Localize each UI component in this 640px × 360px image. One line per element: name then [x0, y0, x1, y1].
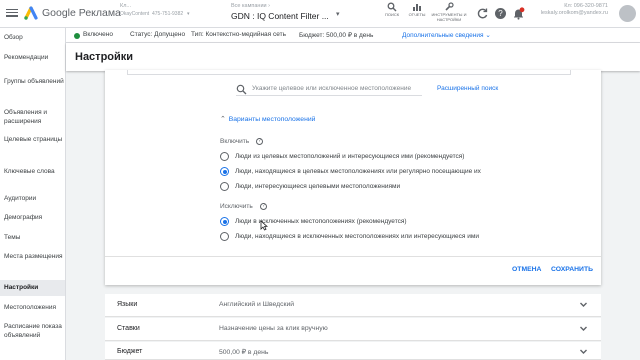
languages-row[interactable]: Языки Английский и Шведский	[105, 294, 601, 317]
sidebar-item-keywords[interactable]: Ключевые слова	[4, 168, 64, 177]
search-icon	[387, 2, 397, 12]
bidding-row[interactable]: Ставки Назначение цены за клик вручную	[105, 318, 601, 341]
help-icon[interactable]: ?	[260, 203, 267, 210]
mouse-cursor-icon	[260, 220, 268, 231]
tools-settings-label: ИНСТРУМЕНТЫ И НАСТРОЙКИ	[431, 12, 467, 22]
breadcrumb-all-campaigns[interactable]: Все кампании ›	[231, 3, 270, 9]
brand-name: Google Реклама	[42, 7, 121, 19]
refresh-icon[interactable]	[476, 7, 489, 20]
location-search[interactable]	[236, 84, 422, 96]
sidebar-item-landing-pages[interactable]: Целевые страницы	[4, 136, 64, 145]
languages-row-name: Языки	[117, 301, 138, 308]
sidebar-item-ads-extensions[interactable]: Объявления и расширения	[4, 109, 64, 126]
reports-button[interactable]: ОТЧЕТЫ	[404, 2, 430, 18]
exclude-option-label-2[interactable]: Люди, находящиеся в исключенных местопол…	[235, 233, 479, 240]
user-email: leskaly.orolkom@yandex.ru	[540, 10, 608, 17]
locations-card	[105, 70, 601, 285]
location-search-input[interactable]	[252, 85, 422, 92]
budget-row-value: 500,00 ₽ в день	[219, 349, 269, 356]
sidebar-item-recommendations[interactable]: Рекомендации	[4, 54, 64, 63]
sidebar-item-ad-schedule[interactable]: Расписание показа объявлений	[4, 323, 64, 340]
more-details-label: Дополнительные сведения	[402, 32, 484, 39]
campaign-status-bar: Включено Статус: Допущено Тип: Контекстн…	[66, 28, 640, 43]
campaign-type: Тип: Контекстно-медийная сеть	[191, 31, 287, 38]
exclude-option-radio-2[interactable]	[220, 232, 229, 241]
bar-chart-icon	[413, 4, 421, 11]
avatar[interactable]	[619, 5, 636, 22]
page-title: Настройки	[75, 51, 134, 63]
search-tool-button[interactable]: ПОИСК	[380, 2, 404, 18]
budget-row-name: Бюджет	[117, 348, 143, 355]
help-icon[interactable]: ?	[256, 138, 263, 145]
location-options-title: Варианты местоположений	[228, 116, 316, 123]
sidebar: Обзор Рекомендации Группы объявлений Объ…	[0, 28, 66, 360]
account-id: 475-751-9382	[152, 11, 184, 17]
sidebar-item-audiences[interactable]: Аудитории	[4, 195, 64, 204]
include-option-radio-1[interactable]	[220, 152, 229, 161]
include-option-label-2[interactable]: Люди, находящиеся в целевых местоположен…	[235, 168, 481, 175]
include-option-radio-2[interactable]	[220, 167, 229, 176]
search-tool-label: ПОИСК	[384, 12, 400, 17]
tools-settings-button[interactable]: ИНСТРУМЕНТЫ И НАСТРОЙКИ	[431, 2, 467, 23]
cancel-button[interactable]: ОТМЕНА	[512, 266, 541, 273]
chevron-down-icon[interactable]: ▾	[336, 10, 340, 18]
sidebar-item-demographics[interactable]: Демография	[4, 214, 64, 223]
selected-locations-box	[127, 70, 571, 75]
exclude-label: Исключить	[220, 203, 253, 210]
sidebar-item-placements[interactable]: Места размещения	[4, 253, 64, 262]
budget-row[interactable]: Бюджет 500,00 ₽ в день	[105, 342, 601, 360]
google-ads-logo[interactable]	[24, 6, 39, 20]
reports-label: ОТЧЕТЫ	[408, 12, 426, 17]
enabled-status[interactable]: Включено	[83, 31, 113, 38]
card-divider	[105, 256, 601, 257]
notifications-icon[interactable]	[512, 7, 525, 20]
bidding-row-value: Назначение цены за клик вручную	[219, 325, 328, 332]
include-option-label-1[interactable]: Люди из целевых местоположений и интерес…	[235, 153, 464, 160]
breadcrumb-campaign[interactable]: GDN : IQ Content Filter ...	[231, 11, 329, 21]
search-icon	[236, 84, 247, 95]
account-label: Кл...	[120, 3, 131, 9]
more-details-link[interactable]: Дополнительные сведения ⌄	[402, 31, 491, 39]
chevron-down-icon[interactable]	[579, 347, 588, 356]
chevron-up-icon: ⌃	[220, 116, 226, 123]
campaign-budget: Бюджет: 500,00 ₽ в день	[299, 32, 374, 39]
enabled-status-icon	[74, 33, 80, 39]
sidebar-item-overview[interactable]: Обзор	[4, 34, 64, 43]
menu-icon[interactable]	[6, 7, 18, 19]
sidebar-item-locations[interactable]: Местоположения	[4, 304, 64, 313]
exclude-option-radio-1[interactable]	[220, 217, 229, 226]
sidebar-item-settings[interactable]: Настройки	[0, 280, 65, 296]
advanced-search-link[interactable]: Расширенный поиск	[437, 85, 498, 92]
chevron-down-icon[interactable]	[579, 300, 588, 309]
save-button[interactable]: СОХРАНИТЬ	[551, 266, 593, 273]
include-option-radio-3[interactable]	[220, 182, 229, 191]
bidding-row-name: Ставки	[117, 325, 140, 332]
user-info[interactable]: Кл: 096-320-9871 leskaly.orolkom@yandex.…	[530, 3, 608, 18]
account-name[interactable]: OkayContent	[120, 11, 149, 17]
svg-text:?: ?	[498, 9, 503, 18]
approval-status: Статус: Допущено	[130, 31, 186, 38]
help-icon[interactable]: ?	[494, 7, 507, 20]
chevron-down-icon[interactable]: ▾	[187, 11, 190, 17]
top-header: Google Реклама Кл... OkayContent 475-751…	[0, 0, 640, 28]
wrench-icon	[445, 2, 454, 11]
page-header: Настройки	[66, 43, 640, 71]
languages-row-value: Английский и Шведский	[219, 301, 295, 308]
sidebar-item-ad-groups[interactable]: Группы объявлений	[4, 78, 64, 87]
include-option-label-3[interactable]: Люди, интересующиеся целевыми местополож…	[235, 183, 400, 190]
user-id: Кл: 096-320-9871	[564, 3, 608, 9]
location-options-toggle[interactable]: ⌃ Варианты местоположений	[220, 115, 315, 123]
sidebar-item-topics[interactable]: Темы	[4, 234, 64, 243]
chevron-down-icon[interactable]	[579, 324, 588, 333]
include-label: Включить	[220, 138, 250, 145]
